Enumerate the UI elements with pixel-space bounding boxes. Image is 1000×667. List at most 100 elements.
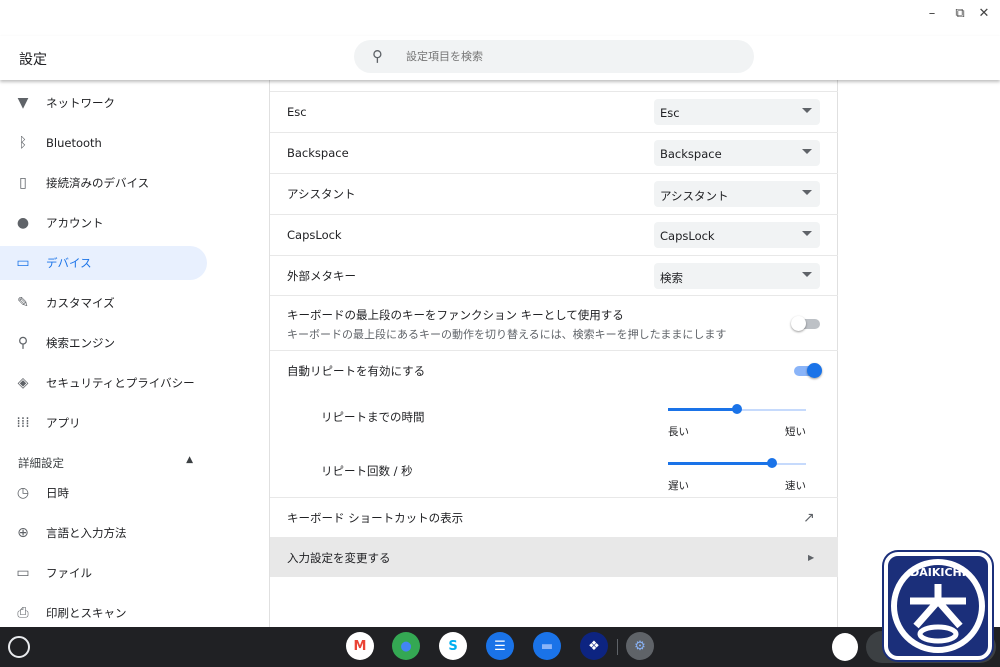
apps-grid-icon: ⁞⁞⁞ [16, 415, 30, 431]
sidebar-item-search[interactable]: ⚲ 検索エンジン [0, 326, 207, 360]
input-settings-label: 入力設定を変更する [287, 550, 391, 565]
sidebar-item-label: ネットワーク [46, 96, 115, 110]
gmail-app-icon[interactable]: M [346, 632, 374, 660]
slider-max-label: 短い [785, 426, 806, 438]
sidebar-item-apps-grid[interactable]: ⁞⁞⁞ アプリ [0, 406, 207, 440]
key-remap-select[interactable]: CapsLock [654, 222, 820, 248]
sidebar-item-person[interactable]: ● アカウント [0, 206, 207, 240]
sidebar-item-label: アカウント [46, 216, 104, 230]
input-settings-row[interactable]: 入力設定を変更する ▶ [270, 537, 838, 577]
shield-icon: ◈ [17, 375, 29, 391]
repeat-rate-row: リピート回数 / 秒 遅い 速い [270, 454, 838, 498]
open-external-icon[interactable]: ↗ [803, 510, 815, 526]
search-box[interactable]: ⚲ [354, 40, 754, 73]
sidebar-item-label: カスタマイズ [46, 296, 115, 310]
printer-icon: ⎙ [17, 605, 29, 621]
advanced-section-toggle[interactable]: 詳細設定 ▲ [18, 455, 193, 471]
function-keys-description: キーボードの最上段にあるキーの動作を切り替えるには、検索キーを押したままにします [287, 328, 727, 341]
key-label: アシスタント [287, 187, 356, 201]
repeat-delay-slider[interactable]: 長い 短い [668, 400, 806, 438]
sidebar-item-wifi[interactable]: ▼ ネットワーク [0, 86, 207, 120]
minimize-button[interactable]: – [922, 6, 942, 21]
repeat-rate-label: リピート回数 / 秒 [321, 464, 413, 478]
clock-icon: ◷ [16, 485, 30, 501]
slider-thumb[interactable] [732, 404, 742, 414]
title-bar: – ⧉ ✕ [0, 0, 1000, 36]
key-remap-select[interactable]: 検索 [654, 263, 820, 289]
key-label: 外部メタキー [287, 269, 356, 283]
shelf-divider [617, 639, 618, 655]
search-icon: ⚲ [17, 335, 29, 351]
key-remap-row: 外部メタキー 検索 [270, 255, 838, 296]
chevron-right-icon: ▶ [808, 553, 815, 562]
sidebar-item-label: セキュリティとプライバシー [46, 376, 195, 390]
sidebar-item-globe[interactable]: ⊕ 言語と入力方法 [0, 516, 207, 550]
globe-icon: ⊕ [17, 525, 29, 541]
messages-app-icon[interactable]: ☰ [486, 632, 514, 660]
main-content: Esc Esc Backspace Backspace アシスタント アシスタント Caps… [270, 60, 838, 627]
advanced-label: 詳細設定 [18, 456, 64, 470]
shortcuts-row[interactable]: キーボード ショートカットの表示 ↗ [270, 497, 838, 537]
sidebar-item-folder[interactable]: ▭ ファイル [0, 556, 207, 590]
settings-app-icon[interactable]: ⚙ [626, 632, 654, 660]
select-value: Esc [660, 106, 680, 120]
slider-thumb[interactable] [766, 458, 777, 468]
shortcuts-label: キーボード ショートカットの表示 [287, 510, 464, 525]
sidebar-item-label: デバイス [46, 256, 92, 270]
shelf: M ● S ☰ ▬ ❖ ⚙ [0, 627, 1000, 667]
brush-icon: ✎ [17, 295, 29, 311]
restore-button[interactable]: ⧉ [950, 6, 970, 21]
sidebar-item-clock[interactable]: ◷ 日時 [0, 476, 207, 510]
sidebar-item-laptop[interactable]: ▭ デバイス [0, 246, 207, 280]
sidebar-item-shield[interactable]: ◈ セキュリティとプライバシー [0, 366, 207, 400]
person-icon: ● [16, 215, 30, 231]
sidebar-item-bluetooth[interactable]: ᛒ Bluetooth [0, 126, 207, 160]
launcher-button[interactable] [8, 636, 30, 658]
wifi-icon: ▼ [17, 95, 29, 111]
key-label: Backspace [287, 146, 349, 160]
search-input[interactable] [406, 40, 706, 73]
sidebar-item-brush[interactable]: ✎ カスタマイズ [0, 286, 207, 320]
close-button[interactable]: ✕ [974, 6, 994, 21]
svg-text:DAIKICHI: DAIKICHI [910, 566, 966, 579]
key-remap-row: CapsLock CapsLock [270, 214, 838, 255]
files-app-icon[interactable]: ▬ [533, 632, 561, 660]
auto-repeat-row: 自動リピートを有効にする [270, 350, 838, 390]
laptop-icon: ▭ [16, 255, 30, 271]
repeat-delay-label: リピートまでの時間 [321, 410, 425, 424]
select-value: Backspace [660, 147, 722, 161]
key-remap-select[interactable]: アシスタント [654, 181, 820, 207]
key-remap-select[interactable]: Esc [654, 99, 820, 125]
key-remap-select[interactable]: Backspace [654, 140, 820, 166]
dropdown-arrow-icon [802, 108, 812, 113]
stylus-tray-button[interactable] [832, 633, 858, 661]
auto-repeat-toggle[interactable] [794, 363, 822, 378]
sidebar-item-label: 印刷とスキャン [46, 606, 127, 620]
slider-max-label: 速い [785, 480, 806, 492]
sidebar-item-label: Bluetooth [46, 136, 102, 150]
select-value: CapsLock [660, 229, 715, 243]
dropdown-arrow-icon [802, 149, 812, 154]
dropdown-arrow-icon [802, 190, 812, 195]
sidebar-item-phone[interactable]: ▯ 接続済みのデバイス [0, 166, 207, 200]
sidebar-item-label: 言語と入力方法 [46, 526, 127, 540]
repeat-delay-row: リピートまでの時間 長い 短い [270, 400, 838, 450]
sidebar-item-label: ファイル [46, 566, 92, 580]
repeat-rate-slider[interactable]: 遅い 速い [668, 454, 806, 492]
function-keys-toggle[interactable] [791, 316, 820, 331]
skype-app-icon[interactable]: S [439, 632, 467, 660]
folder-icon: ▭ [16, 565, 30, 581]
chrome-app-icon[interactable]: ● [392, 632, 420, 660]
dropbox-app-icon[interactable]: ❖ [580, 632, 608, 660]
chevron-up-icon: ▲ [186, 455, 193, 465]
key-label: CapsLock [287, 228, 342, 242]
search-icon: ⚲ [372, 47, 383, 65]
sidebar-item-printer[interactable]: ⎙ 印刷とスキャン [0, 596, 207, 627]
header: 設定 ⚲ [0, 36, 1000, 80]
select-value: 検索 [660, 271, 683, 285]
phone-icon: ▯ [19, 175, 27, 191]
bluetooth-icon: ᛒ [18, 135, 28, 151]
auto-repeat-label: 自動リピートを有効にする [287, 363, 426, 378]
sidebar-item-label: 日時 [46, 486, 69, 500]
daikichi-logo: DAIKICHI [884, 552, 992, 660]
